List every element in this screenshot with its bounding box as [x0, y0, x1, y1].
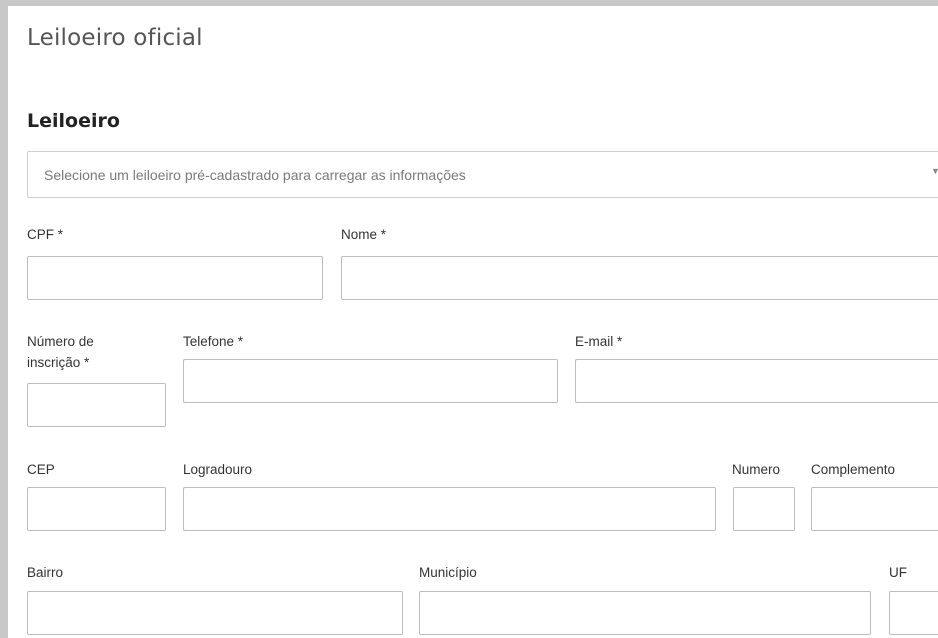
select-placeholder: Selecione um leiloeiro pré-cadastrado pa… [44, 167, 466, 183]
municipio-label: Município [419, 565, 477, 580]
cpf-input[interactable] [27, 256, 323, 300]
numero-inscricao-input[interactable] [27, 383, 166, 427]
auctioneer-select[interactable]: Selecione um leiloeiro pré-cadastrado pa… [27, 151, 938, 198]
nome-input[interactable] [341, 256, 938, 300]
section-title: Leiloeiro [27, 110, 120, 132]
telefone-label: Telefone * [183, 334, 244, 349]
numero-input[interactable] [733, 487, 795, 531]
email-label: E-mail * [575, 334, 623, 349]
auctioneer-panel: Leiloeiro oficial Leiloeiro Selecione um… [0, 0, 938, 638]
numero-inscricao-label-line2: inscrição * [27, 355, 90, 370]
numero-label: Numero [732, 462, 781, 477]
nome-label: Nome * [341, 227, 387, 242]
numero-inscricao-label-line1: Número de [27, 334, 94, 349]
complemento-input[interactable] [811, 487, 938, 531]
uf-input[interactable] [889, 591, 938, 635]
complemento-label: Complemento [811, 462, 896, 477]
cpf-label: CPF * [27, 227, 64, 242]
telefone-input[interactable] [183, 359, 558, 403]
bairro-input[interactable] [27, 591, 403, 635]
cep-label: CEP [27, 462, 55, 477]
logradouro-label: Logradouro [183, 462, 253, 477]
bairro-label: Bairro [27, 565, 64, 580]
panel-title: Leiloeiro oficial [27, 25, 203, 51]
logradouro-input[interactable] [183, 487, 716, 531]
municipio-input[interactable] [419, 591, 871, 635]
caret-down-icon: ▼ [931, 166, 938, 176]
cep-input[interactable] [27, 487, 166, 531]
uf-label: UF [889, 565, 907, 580]
email-input[interactable] [575, 359, 938, 403]
